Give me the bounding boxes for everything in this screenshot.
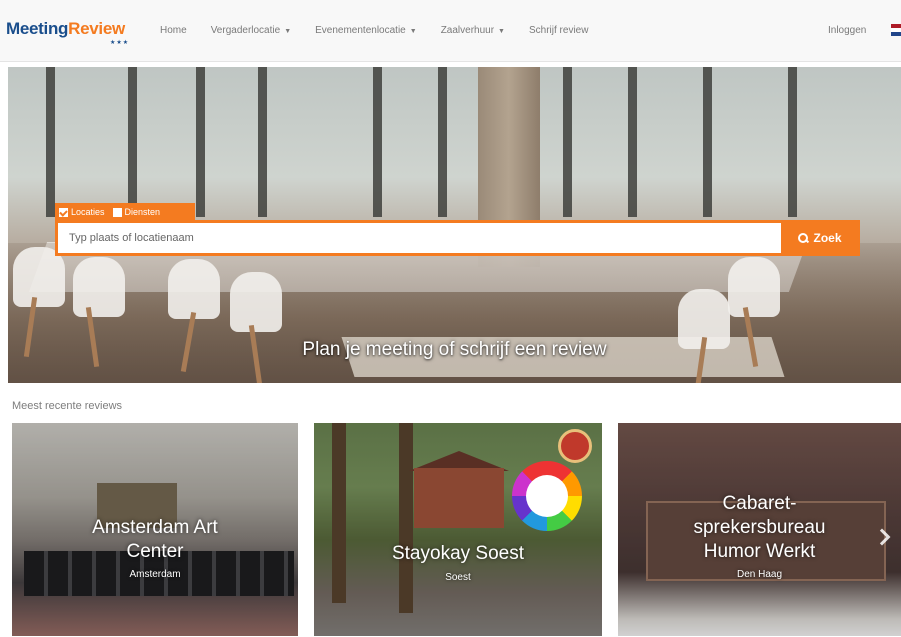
chair <box>73 257 125 317</box>
login-link[interactable]: Inloggen <box>828 25 866 36</box>
nav-item-home[interactable]: Home <box>160 25 187 36</box>
logo-text-meeting: Meeting <box>6 19 69 38</box>
window-frame <box>373 67 382 217</box>
card-title: Center <box>126 541 184 562</box>
tab-diensten[interactable]: Diensten <box>112 207 161 217</box>
card-city: Den Haag <box>736 569 783 580</box>
tab-label: Locaties <box>71 207 105 217</box>
search-icon <box>798 232 809 244</box>
card-title: Amsterdam Art <box>92 517 218 538</box>
card-title: Cabaret- <box>722 493 797 514</box>
hero-tagline: Plan je meeting of schrijf een review <box>302 339 607 360</box>
window-frame <box>703 67 712 217</box>
tab-locaties[interactable]: Locaties <box>59 207 105 217</box>
chair <box>168 259 220 319</box>
nl-flag-icon[interactable] <box>891 24 901 36</box>
caret-down-icon: ▼ <box>409 28 417 35</box>
window-frame <box>788 67 797 217</box>
nav-item-schrijf-review[interactable]: Schrijf review <box>529 25 588 36</box>
nav-item-zaalverhuur[interactable]: Zaalverhuur ▼ <box>441 25 505 36</box>
nav-item-label: Vergaderlocatie <box>210 25 281 36</box>
nav-item-label: Home <box>160 25 187 36</box>
checkbox-icon <box>112 207 122 217</box>
review-card-amsterdam-art-center[interactable]: Amsterdam Art Center Amsterdam <box>12 423 298 636</box>
search-button-label: Zoek <box>813 231 842 245</box>
top-navbar: MeetingReview ★★★ Home Vergaderlocatie ▼ … <box>0 0 901 62</box>
nav-item-label: Schrijf review <box>528 25 589 36</box>
badge-center <box>526 475 568 517</box>
card-city: Soest <box>445 572 471 583</box>
review-card-stayokay-soest[interactable]: Stayokay Soest Soest <box>314 423 602 636</box>
logo[interactable]: MeetingReview ★★★ <box>6 19 128 49</box>
card-overlay <box>314 423 602 636</box>
window-frame <box>258 67 267 217</box>
search-input[interactable] <box>58 223 781 253</box>
main-nav: Home Vergaderlocatie ▼ Evenementenlocatie… <box>160 25 612 36</box>
logo-stars: ★★★ <box>110 40 130 46</box>
card-title: sprekersbureau <box>693 517 826 538</box>
checkbox-checked-icon <box>59 207 68 217</box>
logo-text-review: Review <box>68 19 125 38</box>
chair <box>13 247 65 307</box>
award-ribbon-icon <box>558 429 592 463</box>
tab-label: Diensten <box>124 207 161 217</box>
card-title: Stayokay Soest <box>391 543 525 564</box>
card-title: Humor Werkt <box>703 541 816 562</box>
nav-item-label: Evenementenlocatie <box>315 25 406 36</box>
search-tabs: Locaties Diensten <box>55 203 195 221</box>
search-button[interactable]: Zoek <box>783 223 857 253</box>
nav-item-vergaderlocatie[interactable]: Vergaderlocatie ▼ <box>211 25 291 36</box>
chair <box>230 272 282 332</box>
award-badge-icon <box>512 461 582 531</box>
window-frame <box>196 67 205 217</box>
window-frame <box>438 67 447 217</box>
review-card-humor-werkt[interactable]: Cabaret- sprekersbureau Humor Werkt Den … <box>618 423 901 636</box>
search-bar: Zoek <box>55 220 860 256</box>
chair <box>728 257 780 317</box>
card-city: Amsterdam <box>129 569 181 580</box>
window-frame <box>128 67 137 217</box>
window-frame <box>46 67 55 217</box>
nav-item-evenementenlocatie[interactable]: Evenementenlocatie ▼ <box>315 25 417 36</box>
caret-down-icon: ▼ <box>498 28 505 35</box>
section-title: Meest recente reviews <box>12 400 123 412</box>
caret-down-icon: ▼ <box>284 28 292 35</box>
window-frame <box>563 67 572 217</box>
window-frame <box>628 67 637 217</box>
nav-item-label: Zaalverhuur <box>440 25 495 36</box>
